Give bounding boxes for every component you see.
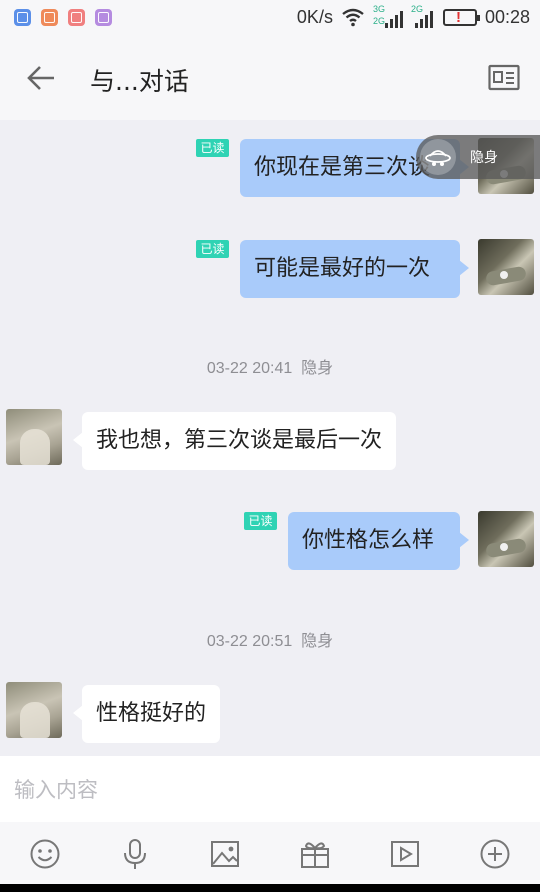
wifi-icon — [342, 8, 364, 27]
signal-bars-icon-2 — [414, 11, 433, 28]
clock: 00:28 — [484, 6, 530, 27]
gift-button[interactable] — [299, 838, 331, 870]
invisible-label: 隐身 — [470, 150, 498, 166]
read-badge: 已读 — [244, 512, 277, 530]
profile-card-button[interactable] — [488, 64, 520, 92]
message-bubble-incoming[interactable]: 我也想，第三次谈是最后一次 — [72, 412, 397, 470]
nav-bar-edge — [0, 884, 540, 892]
my-avatar[interactable] — [478, 239, 534, 295]
message-input[interactable] — [14, 770, 514, 810]
shield-app-icon — [14, 9, 31, 26]
video-icon — [391, 841, 419, 867]
page-title: 与...对话 — [90, 67, 189, 96]
network-type-top: 3G — [372, 4, 385, 14]
back-button[interactable] — [20, 60, 60, 96]
input-bar — [0, 756, 540, 822]
message-bubble-incoming[interactable]: 性格挺好的 — [72, 685, 221, 743]
more-button[interactable] — [479, 838, 511, 870]
input-toolbar — [0, 822, 540, 884]
contact-avatar[interactable] — [6, 682, 62, 738]
contact-avatar[interactable] — [6, 409, 62, 465]
plus-icon — [480, 839, 510, 869]
message-bubble-outgoing[interactable]: 你性格怎么样 — [288, 512, 469, 570]
voice-button[interactable] — [119, 838, 151, 870]
signal-2: 2G — [411, 4, 435, 28]
timestamp-row: 03-22 20:51 隐身 — [0, 627, 540, 651]
profile-card-icon — [488, 64, 520, 91]
status-right: 0K/s 3G 2G 2G ! 00:28 — [296, 4, 530, 28]
microphone-icon — [124, 839, 146, 869]
arrow-left-icon — [27, 66, 54, 90]
my-avatar[interactable] — [478, 511, 534, 567]
timestamp: 03-22 20:41 — [206, 360, 293, 377]
notification-icons — [14, 9, 112, 26]
chat-header: 与...对话 — [0, 36, 540, 120]
invisible-status-pill[interactable]: 隐身 — [416, 135, 540, 179]
timestamp-row: 03-22 20:41 隐身 — [0, 354, 540, 378]
image-icon — [211, 841, 239, 867]
phone-app-icon — [68, 9, 85, 26]
network-type-bottom: 2G — [372, 16, 385, 26]
timestamp-status: 隐身 — [301, 360, 334, 377]
read-badge: 已读 — [196, 240, 229, 258]
read-badge: 已读 — [196, 139, 229, 157]
emoji-button[interactable] — [29, 838, 61, 870]
status-bar: 0K/s 3G 2G 2G ! 00:28 — [0, 0, 540, 36]
network-speed: 0K/s — [296, 6, 333, 27]
emoji-icon — [30, 839, 60, 869]
message-list[interactable]: 已读 你现在是第三次谈 隐身 已读 可能是最好的一次 03-22 20:41 隐… — [0, 120, 540, 756]
message-bubble-outgoing[interactable]: 可能是最好的一次 — [240, 240, 469, 298]
gallery-app-icon — [95, 9, 112, 26]
video-button[interactable] — [389, 838, 421, 870]
timestamp-status: 隐身 — [301, 633, 334, 650]
signal-1: 3G 2G — [372, 4, 403, 28]
battery-icon: ! — [442, 8, 480, 26]
invisible-mode-icon — [420, 139, 456, 175]
signal-bars-icon — [384, 11, 403, 28]
mail-app-icon — [41, 9, 58, 26]
gift-icon — [301, 842, 329, 868]
timestamp: 03-22 20:51 — [206, 633, 293, 650]
image-button[interactable] — [209, 838, 241, 870]
